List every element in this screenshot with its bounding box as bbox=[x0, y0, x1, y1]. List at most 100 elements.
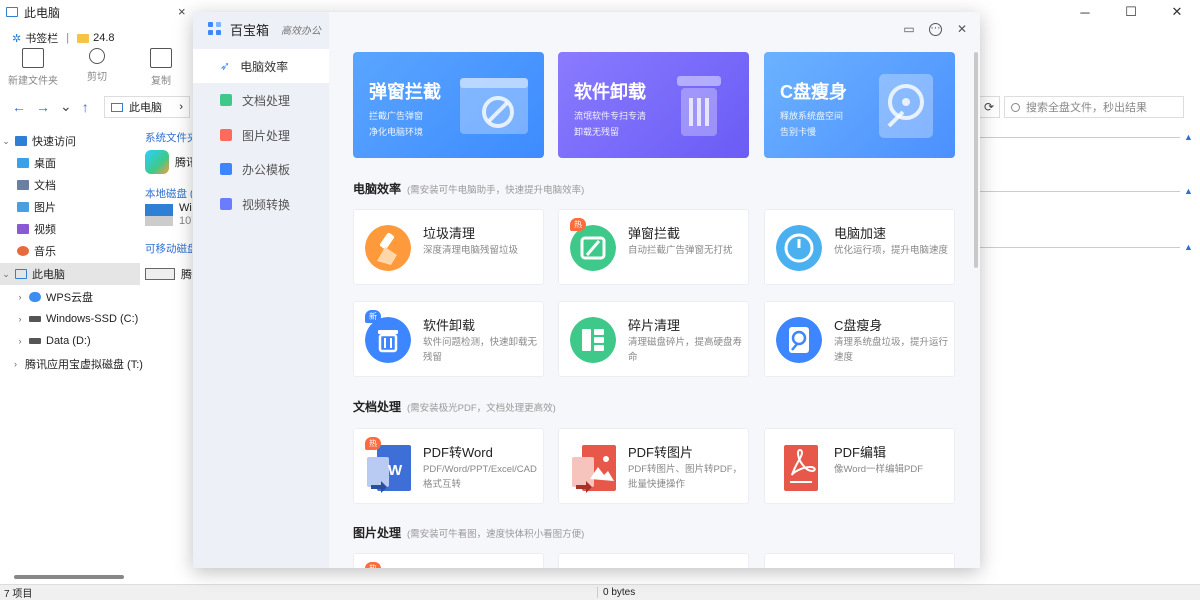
list-item[interactable]: 腾讯 bbox=[145, 266, 192, 282]
card-image-1[interactable]: 热 bbox=[353, 553, 544, 568]
card-defrag[interactable]: 碎片清理 清理磁盘碎片，提高硬盘寿命 bbox=[558, 301, 749, 377]
close-button[interactable]: ✕ bbox=[1154, 0, 1200, 24]
banner-desc-line: 释放系统盘空间 bbox=[780, 111, 844, 121]
chevron-right-icon[interactable]: › bbox=[179, 101, 183, 113]
group-header: 本地磁盘 (2 bbox=[145, 188, 192, 200]
feedback-icon[interactable]: ⋯ bbox=[929, 22, 942, 36]
recent-dropdown-icon[interactable]: ⌄ bbox=[60, 98, 72, 115]
selection-size: 0 bytes bbox=[597, 587, 635, 598]
forward-arrow-icon[interactable]: → bbox=[36, 99, 50, 115]
close-tab-button[interactable]: × bbox=[178, 4, 186, 19]
card-junk-clean[interactable]: 垃圾清理 深度清理电脑残留垃圾 bbox=[353, 209, 544, 285]
card-uninstall[interactable]: 新 软件卸载 软件问题检测，快速卸载无残留 bbox=[353, 301, 544, 377]
tree-item-music[interactable]: 音乐 bbox=[0, 240, 140, 262]
hard-disk-icon bbox=[879, 74, 933, 138]
tree-item-documents[interactable]: 文档 bbox=[0, 174, 140, 196]
maximize-button[interactable]: ☐ bbox=[1108, 0, 1154, 24]
music-icon bbox=[17, 246, 29, 256]
minimize-button[interactable]: ─ bbox=[1062, 0, 1108, 24]
star-icon: ✲ bbox=[12, 32, 22, 45]
search-box[interactable]: 搜索全盘文件，秒出结果 bbox=[1004, 96, 1184, 118]
collapse-arrow-icon[interactable]: ▲ bbox=[1184, 242, 1193, 252]
banner-desc-line: 流氓软件专扫专清 bbox=[574, 111, 647, 121]
tree-item-drive-c[interactable]: › Windows-SSD (C:) bbox=[0, 308, 140, 330]
banner-c-drive[interactable]: C盘瘦身 释放系统盘空间 告别卡慢 bbox=[764, 52, 955, 158]
videos-icon bbox=[17, 224, 29, 234]
banner-desc-line: 告别卡慢 bbox=[780, 127, 817, 137]
copy-button[interactable]: 复制 bbox=[136, 48, 186, 87]
card-popup-block[interactable]: 热 弹窗拦截 自动拦截广告弹窗无打扰 bbox=[558, 209, 749, 285]
search-placeholder: 搜索全盘文件，秒出结果 bbox=[1026, 102, 1147, 114]
section-subtitle: (需安装可牛看图，速度快体积小看图方便) bbox=[407, 529, 585, 540]
window-title: 此电脑 bbox=[24, 5, 61, 20]
tree-label: 此电脑 bbox=[32, 269, 65, 281]
chevron-icon: › bbox=[14, 359, 17, 369]
banner-popup-block[interactable]: 弹窗拦截 拦截广告弹窗 净化电脑环境 bbox=[353, 52, 544, 158]
group-header: 系统文件夹 bbox=[145, 132, 192, 144]
address-bar[interactable]: 此电脑 › bbox=[104, 96, 190, 118]
card-desc: 清理系统盘垃圾，提升运行速度 bbox=[834, 337, 949, 363]
bookmarks-bar: ✲ 书签栏 | 24.8 bbox=[12, 30, 115, 46]
nav-label: 视频转换 bbox=[242, 197, 291, 212]
list-item[interactable]: Wir 107 bbox=[145, 202, 192, 228]
close-icon[interactable]: ✕ bbox=[956, 22, 968, 36]
collapse-arrow-icon[interactable]: ▲ bbox=[1184, 186, 1193, 196]
cut-label: 剪切 bbox=[87, 72, 107, 83]
navigation-pane: ⌄ 快速访问 桌面 文档 图片 视频 音乐 ⌄ 此电脑 › WPS云盘 › Window… bbox=[0, 128, 143, 568]
card-pdf-to-image[interactable]: PDF转图片 PDF转图片、图片转PDF，批量快捷操作 bbox=[558, 428, 749, 504]
collapse-arrow-icon[interactable]: ▲ bbox=[1184, 132, 1193, 142]
tree-item-videos[interactable]: 视频 bbox=[0, 218, 140, 240]
up-arrow-icon[interactable]: ↑ bbox=[82, 99, 89, 115]
window-controls: ─ ☐ ✕ bbox=[1062, 0, 1200, 24]
folder-icon bbox=[77, 33, 90, 43]
group-header: 可移动磁盘 bbox=[145, 243, 192, 255]
card-pdf-edit[interactable]: PDF编辑 像Word一样编辑PDF bbox=[764, 428, 955, 504]
list-item[interactable]: 腾讯 bbox=[145, 150, 192, 174]
bookmark-folder[interactable]: 24.8 bbox=[93, 32, 114, 44]
nav-item-efficiency[interactable]: ➶ 电脑效率 bbox=[193, 49, 329, 83]
bookmarks-label[interactable]: 书签栏 bbox=[25, 30, 58, 46]
card-image-2[interactable] bbox=[558, 553, 749, 568]
tree-item-drive-t[interactable]: › 腾讯应用宝虚拟磁盘 (T:) bbox=[0, 353, 143, 375]
tree-label: 文档 bbox=[34, 180, 56, 192]
svg-text:W: W bbox=[388, 462, 403, 479]
tree-item-quick-access[interactable]: ⌄ 快速访问 bbox=[0, 130, 140, 152]
card-image-3[interactable] bbox=[764, 553, 955, 568]
nav-item-document[interactable]: 文档处理 bbox=[193, 83, 329, 117]
nav-item-template[interactable]: 办公模板 bbox=[193, 152, 329, 186]
new-folder-button[interactable]: 新建文件夹 bbox=[8, 48, 58, 87]
tree-item-desktop[interactable]: 桌面 bbox=[0, 152, 140, 174]
back-arrow-icon[interactable]: ← bbox=[12, 99, 26, 115]
card-c-drive-slim[interactable]: C盘瘦身 清理系统盘垃圾，提升运行速度 bbox=[764, 301, 955, 377]
card-title: 弹窗拦截 bbox=[628, 226, 681, 241]
section-title-text: 图片处理 bbox=[353, 526, 402, 540]
pictures-icon bbox=[17, 202, 29, 212]
nav-item-video[interactable]: 视频转换 bbox=[193, 187, 329, 221]
copy-icon bbox=[150, 48, 172, 68]
pdf-edit-icon bbox=[784, 445, 818, 491]
tencent-video-icon bbox=[145, 150, 169, 174]
tree-item-this-pc[interactable]: ⌄ 此电脑 bbox=[0, 263, 140, 285]
horizontal-scrollbar[interactable] bbox=[14, 575, 124, 579]
status-bar: 7 项目 0 bytes bbox=[0, 584, 1200, 600]
card-speed-up[interactable]: 电脑加速 优化运行项，提升电脑速度 bbox=[764, 209, 955, 285]
refresh-button[interactable]: ⟳ bbox=[978, 96, 1000, 118]
speedometer-icon bbox=[776, 225, 822, 271]
tree-item-wps-cloud[interactable]: › WPS云盘 bbox=[0, 286, 140, 308]
tree-item-drive-d[interactable]: › Data (D:) bbox=[0, 330, 140, 352]
card-desc: 自动拦截广告弹窗无打扰 bbox=[628, 245, 733, 256]
nav-item-image[interactable]: 图片处理 bbox=[193, 118, 329, 152]
trash-can-icon bbox=[677, 76, 721, 136]
card-pdf-to-word[interactable]: 热 W PDF转Word PDF/Word/PPT/Excel/CAD格式互转 bbox=[353, 428, 544, 504]
tree-label: WPS云盘 bbox=[46, 292, 94, 304]
new-badge: 新 bbox=[365, 310, 381, 323]
banner-desc-line: 卸载无残留 bbox=[574, 127, 620, 137]
tree-item-pictures[interactable]: 图片 bbox=[0, 196, 140, 218]
divider bbox=[980, 191, 1180, 192]
monitor-icon[interactable]: ▭ bbox=[903, 22, 915, 36]
banner-uninstall[interactable]: 软件卸载 流氓软件专扫专清 卸载无残留 bbox=[558, 52, 749, 158]
section-title-text: 文档处理 bbox=[353, 400, 402, 414]
cut-button[interactable]: 剪切 bbox=[72, 48, 122, 87]
vertical-scrollbar[interactable] bbox=[974, 52, 978, 268]
card-title: PDF转图片 bbox=[628, 445, 694, 460]
